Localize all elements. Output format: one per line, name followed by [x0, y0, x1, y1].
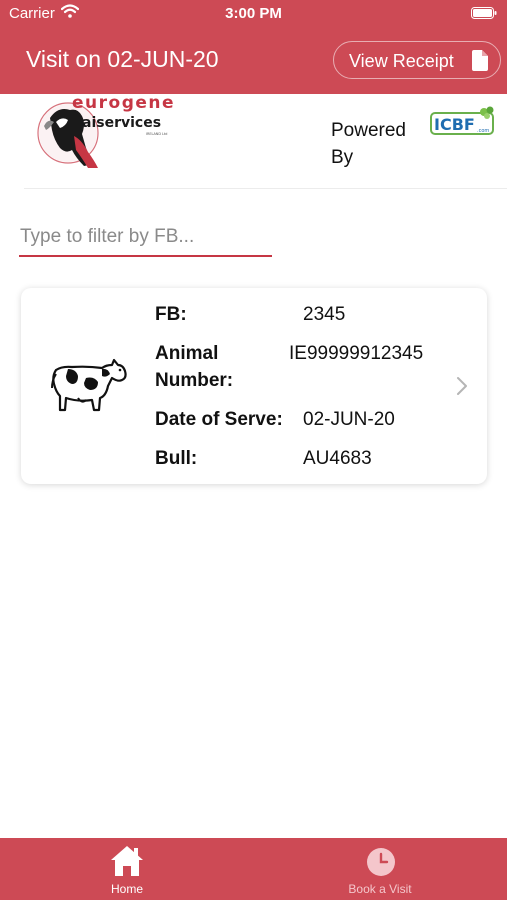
tab-home[interactable]: Home: [52, 838, 202, 900]
header-divider: [24, 188, 507, 189]
bull-label: Bull:: [155, 448, 198, 469]
tab-book-label: Book a Visit: [348, 882, 412, 896]
bull-value: AU4683: [303, 448, 372, 469]
status-bar: Carrier 3:00 PM: [0, 0, 507, 28]
icbf-logo: ICBF .com: [430, 106, 494, 135]
icbf-suffix: .com: [477, 128, 489, 134]
fb-filter-input[interactable]: [19, 219, 272, 257]
clock-icon: [367, 848, 395, 876]
home-icon: [111, 846, 143, 876]
view-receipt-button[interactable]: View Receipt: [333, 41, 501, 79]
animal-number-label-line-1: Animal: [155, 343, 219, 364]
visit-record-card[interactable]: FB: 2345 Animal Number: IE99999912345 Da…: [21, 288, 487, 484]
cow-icon: [51, 358, 127, 412]
eurogene-logo: eurogene aiservices IRELAND Ltd: [37, 96, 175, 168]
tab-book-a-visit[interactable]: Book a Visit: [305, 838, 455, 900]
view-receipt-label: View Receipt: [349, 51, 454, 71]
date-of-serve-label: Date of Serve:: [155, 409, 283, 430]
chevron-right-icon: [457, 377, 467, 395]
powered-line-1: Powered: [331, 120, 406, 141]
brand-small: IRELAND Ltd: [146, 132, 167, 136]
animal-number-value: IE99999912345: [289, 343, 424, 364]
animal-number-label-line-2: Number:: [155, 370, 234, 391]
fb-value: 2345: [303, 304, 346, 325]
status-time: 3:00 PM: [225, 5, 282, 22]
date-of-serve-value: 02-JUN-20: [303, 409, 395, 430]
tab-bar: Home Book a Visit: [0, 838, 507, 900]
brand-bottom: aiservices: [82, 115, 161, 131]
tab-home-label: Home: [110, 882, 143, 896]
animal-number-label: Animal Number:: [155, 340, 233, 394]
powered-line-2: By: [331, 147, 354, 168]
fb-label: FB:: [155, 304, 187, 325]
page-title: Visit on 02-JUN-20: [26, 46, 219, 72]
document-icon: [472, 50, 488, 71]
brand-top: eurogene: [72, 96, 175, 113]
icbf-text: ICBF: [434, 115, 475, 134]
powered-by: Powered By: [331, 117, 406, 171]
battery-icon: [471, 7, 497, 19]
